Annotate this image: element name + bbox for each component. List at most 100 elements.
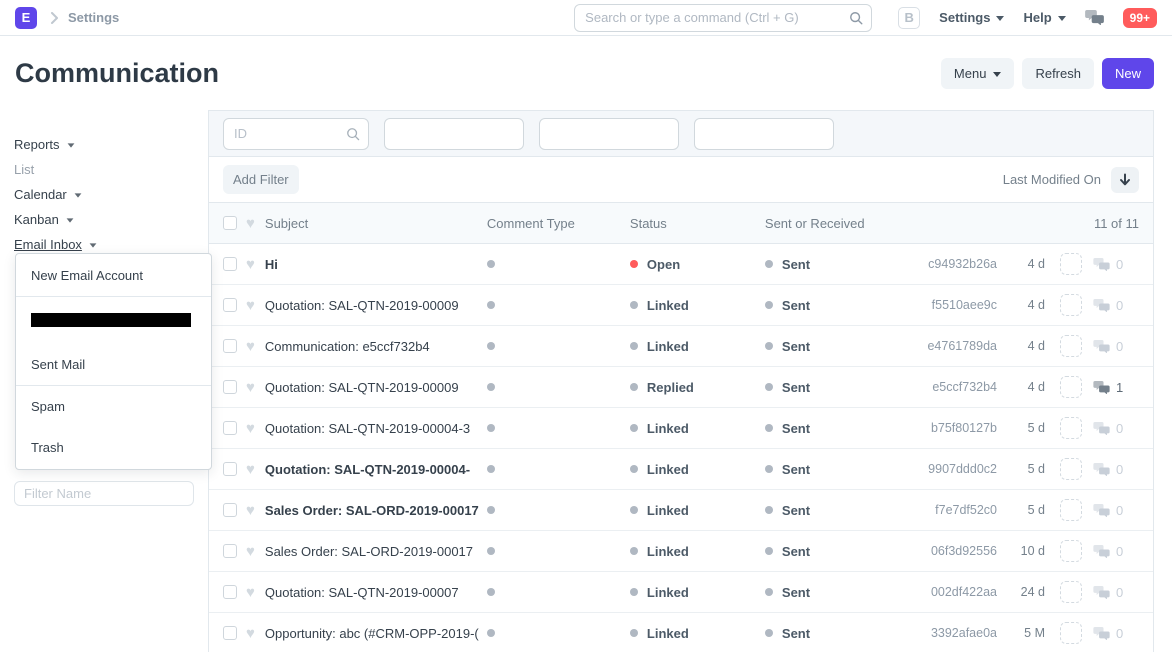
row-checkbox[interactable] (223, 421, 237, 435)
row-checkbox[interactable] (223, 585, 237, 599)
row-subject[interactable]: Quotation: SAL-QTN-2019-00004-3 (265, 421, 487, 436)
sidebar-item-kanban[interactable]: Kanban (14, 207, 194, 232)
heart-icon[interactable]: ♥ (246, 298, 255, 313)
assign-placeholder[interactable] (1060, 581, 1082, 603)
sort-by-label[interactable]: Last Modified On (1003, 172, 1101, 187)
kanban-label: Kanban (14, 212, 59, 227)
row-id: f5510aee9c (902, 298, 997, 312)
sidebar-item-list[interactable]: List (14, 157, 194, 182)
heart-icon[interactable]: ♥ (246, 257, 255, 272)
row-subject[interactable]: Communication: e5ccf732b4 (265, 339, 487, 354)
row-checkbox[interactable] (223, 626, 237, 640)
assign-placeholder[interactable] (1060, 540, 1082, 562)
row-subject[interactable]: Quotation: SAL-QTN-2019-00009 (265, 298, 487, 313)
chat-icon[interactable] (1085, 10, 1104, 25)
row-checkbox[interactable] (223, 380, 237, 394)
email-inbox-menu-item[interactable]: Sent Mail (16, 344, 211, 385)
sent-label: Sent (782, 544, 810, 559)
row-checkbox[interactable] (223, 339, 237, 353)
heart-icon[interactable]: ♥ (246, 216, 255, 231)
comment-type-dot (487, 424, 495, 432)
row-subject[interactable]: Quotation: SAL-QTN-2019-00009 (265, 380, 487, 395)
assign-placeholder[interactable] (1060, 458, 1082, 480)
row-comments[interactable]: 0 (1093, 298, 1139, 313)
filter-field-2[interactable] (384, 118, 524, 150)
row-checkbox[interactable] (223, 257, 237, 271)
heart-icon[interactable]: ♥ (246, 380, 255, 395)
comment-type-dot (487, 342, 495, 350)
select-all-checkbox[interactable] (223, 216, 237, 230)
add-filter-button[interactable]: Add Filter (223, 165, 299, 194)
table-row[interactable]: ♥ Sales Order: SAL-ORD-2019-00017 Linked… (209, 490, 1153, 531)
navbar-settings-menu[interactable]: Settings (939, 10, 1004, 25)
row-comments[interactable]: 1 (1093, 380, 1139, 395)
row-subject[interactable]: Opportunity: abc (#CRM-OPP-2019-( (265, 626, 487, 641)
heart-icon[interactable]: ♥ (246, 462, 255, 477)
assign-placeholder[interactable] (1060, 499, 1082, 521)
table-row[interactable]: ♥ Quotation: SAL-QTN-2019-00007 Linked S… (209, 572, 1153, 613)
sort-direction-button[interactable] (1111, 167, 1139, 193)
assign-placeholder[interactable] (1060, 294, 1082, 316)
new-button[interactable]: New (1102, 58, 1154, 89)
assign-placeholder[interactable] (1060, 417, 1082, 439)
row-comments[interactable]: 0 (1093, 585, 1139, 600)
assign-placeholder[interactable] (1060, 622, 1082, 644)
notification-badge[interactable]: 99+ (1123, 8, 1157, 28)
app-logo[interactable]: E (15, 7, 37, 29)
row-comments[interactable]: 0 (1093, 544, 1139, 559)
sidebar-item-reports[interactable]: Reports (14, 132, 194, 157)
breadcrumb[interactable]: Settings (68, 10, 119, 25)
redacted-email-account[interactable] (31, 313, 191, 327)
row-checkbox[interactable] (223, 544, 237, 558)
email-inbox-menu-item[interactable]: New Email Account (16, 255, 211, 296)
assign-placeholder[interactable] (1060, 376, 1082, 398)
heart-icon[interactable]: ♥ (246, 421, 255, 436)
row-checkbox[interactable] (223, 298, 237, 312)
heart-icon[interactable]: ♥ (246, 503, 255, 518)
user-avatar[interactable]: B (898, 7, 920, 29)
filter-field-3[interactable] (539, 118, 679, 150)
row-subject[interactable]: Quotation: SAL-QTN-2019-00004- (265, 462, 487, 477)
sidebar-item-calendar[interactable]: Calendar (14, 182, 194, 207)
heart-icon[interactable]: ♥ (246, 585, 255, 600)
assign-placeholder[interactable] (1060, 335, 1082, 357)
heart-icon[interactable]: ♥ (246, 544, 255, 559)
menu-button[interactable]: Menu (941, 58, 1015, 89)
heart-icon[interactable]: ♥ (246, 339, 255, 354)
row-comments[interactable]: 0 (1093, 503, 1139, 518)
table-row[interactable]: ♥ Quotation: SAL-QTN-2019-00004-3 Linked… (209, 408, 1153, 449)
menu-divider (16, 296, 211, 297)
table-row[interactable]: ♥ Hi Open Sent c94932b26a 4 d 0 (209, 244, 1153, 285)
row-comments[interactable]: 0 (1093, 257, 1139, 272)
row-subject[interactable]: Hi (265, 257, 487, 272)
filter-name-input[interactable] (14, 481, 194, 506)
comment-count: 1 (1116, 380, 1123, 395)
table-row[interactable]: ♥ Sales Order: SAL-ORD-2019-00017 Linked… (209, 531, 1153, 572)
table-row[interactable]: ♥ Opportunity: abc (#CRM-OPP-2019-( Link… (209, 613, 1153, 652)
filter-field-4[interactable] (694, 118, 834, 150)
sent-label: Sent (782, 503, 810, 518)
refresh-button[interactable]: Refresh (1022, 58, 1094, 89)
table-row[interactable]: ♥ Quotation: SAL-QTN-2019-00004- Linked … (209, 449, 1153, 490)
row-comments[interactable]: 0 (1093, 339, 1139, 354)
navbar-help-menu[interactable]: Help (1023, 10, 1065, 25)
row-comments[interactable]: 0 (1093, 626, 1139, 641)
email-inbox-menu-item[interactable]: Trash (16, 427, 211, 468)
row-comments[interactable]: 0 (1093, 421, 1139, 436)
table-row[interactable]: ♥ Quotation: SAL-QTN-2019-00009 Replied … (209, 367, 1153, 408)
row-checkbox[interactable] (223, 503, 237, 517)
assign-placeholder[interactable] (1060, 253, 1082, 275)
heart-icon[interactable]: ♥ (246, 626, 255, 641)
row-count[interactable]: 11 of 11 (1094, 216, 1139, 231)
row-subject[interactable]: Sales Order: SAL-ORD-2019-00017 (265, 503, 487, 518)
row-subject[interactable]: Sales Order: SAL-ORD-2019-00017 (265, 544, 487, 559)
row-comments[interactable]: 0 (1093, 462, 1139, 477)
table-row[interactable]: ♥ Quotation: SAL-QTN-2019-00009 Linked S… (209, 285, 1153, 326)
row-checkbox[interactable] (223, 462, 237, 476)
row-subject[interactable]: Quotation: SAL-QTN-2019-00007 (265, 585, 487, 600)
table-row[interactable]: ♥ Communication: e5ccf732b4 Linked Sent … (209, 326, 1153, 367)
column-comment-type: Comment Type (487, 216, 630, 231)
search-input[interactable] (574, 4, 872, 32)
row-id: 06f3d92556 (902, 544, 997, 558)
email-inbox-menu-item[interactable]: Spam (16, 386, 211, 427)
